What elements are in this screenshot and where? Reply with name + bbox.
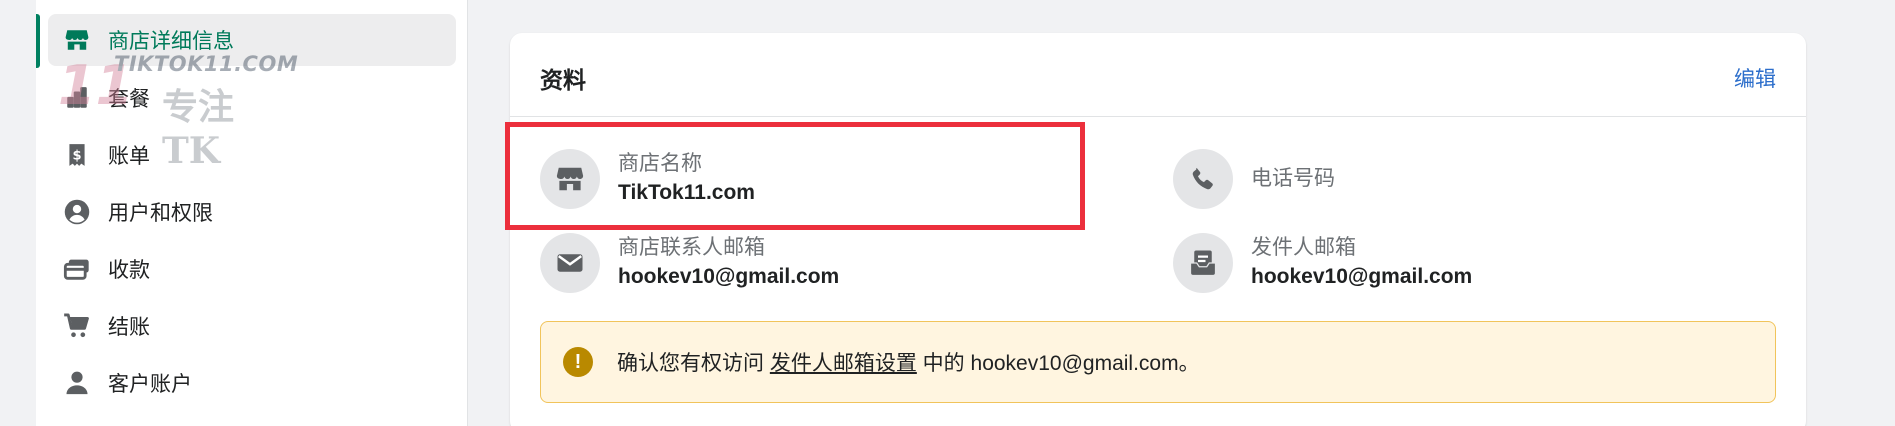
sidebar-item-store-details[interactable]: 商店详细信息 bbox=[36, 14, 456, 68]
active-indicator bbox=[36, 14, 40, 68]
sender-email-field: 发件人邮箱 hookev10@gmail.com bbox=[1173, 233, 1472, 293]
sidebar-item-checkout[interactable]: 结账 bbox=[48, 300, 456, 352]
sender-email-value: hookev10@gmail.com bbox=[1251, 265, 1473, 288]
store-name-label: 商店名称 bbox=[618, 152, 702, 175]
inbox-icon bbox=[1173, 233, 1233, 293]
phone-label: 电话号码 bbox=[1251, 167, 1335, 190]
settings-sidebar: 商店详细信息 套餐 $ 账单 用户和权限 收款 结账 客户账户 bbox=[36, 0, 468, 426]
store-name-field: 商店名称 TikTok11.com bbox=[540, 149, 755, 209]
svg-text:$: $ bbox=[72, 148, 81, 163]
banner-suffix: 中的 hookev10@gmail.com。 bbox=[916, 352, 1200, 375]
sidebar-item-label: 结账 bbox=[108, 316, 150, 339]
sender-email-label: 发件人邮箱 bbox=[1251, 236, 1356, 259]
user-circle-icon bbox=[62, 197, 92, 227]
edit-button[interactable]: 编辑 bbox=[1734, 63, 1776, 93]
card-title: 资料 bbox=[540, 67, 586, 93]
sidebar-item-label: 客户账户 bbox=[108, 373, 192, 396]
warning-banner: ! 确认您有权访问 发件人邮箱设置 中的 hookev10@gmail.com。 bbox=[540, 321, 1776, 403]
mail-icon bbox=[540, 233, 600, 293]
plan-icon bbox=[62, 83, 92, 113]
contact-email-field: 商店联系人邮箱 hookev10@gmail.com bbox=[540, 233, 839, 293]
sidebar-item-label: 商店详细信息 bbox=[108, 30, 234, 53]
sidebar-item-customer-accounts[interactable]: 客户账户 bbox=[48, 357, 456, 409]
sidebar-item-label: 账单 bbox=[108, 145, 150, 168]
banner-message: 确认您有权访问 发件人邮箱设置 中的 hookev10@gmail.com。 bbox=[617, 347, 1200, 377]
sidebar-item-payments[interactable]: 收款 bbox=[48, 243, 456, 295]
banner-prefix: 确认您有权访问 bbox=[617, 352, 770, 375]
profile-card: 资料 编辑 商店名称 TikTok11.com 电话号码 商店联系人邮箱 hoo… bbox=[510, 33, 1806, 426]
phone-field: 电话号码 bbox=[1173, 149, 1335, 209]
sidebar-item-label: 用户和权限 bbox=[108, 202, 213, 225]
sidebar-item-label: 套餐 bbox=[108, 88, 150, 111]
store-icon bbox=[540, 149, 600, 209]
contact-email-label: 商店联系人邮箱 bbox=[618, 236, 765, 259]
phone-icon bbox=[1173, 149, 1233, 209]
card-header: 资料 编辑 bbox=[510, 33, 1806, 117]
sidebar-item-plan[interactable]: 套餐 bbox=[48, 72, 456, 124]
store-name-value: TikTok11.com bbox=[618, 181, 755, 204]
sidebar-item-label: 收款 bbox=[108, 259, 150, 282]
payments-icon bbox=[62, 254, 92, 284]
customer-icon bbox=[62, 368, 92, 398]
sidebar-item-billing[interactable]: $ 账单 bbox=[48, 129, 456, 181]
alert-icon: ! bbox=[563, 347, 593, 377]
sender-email-settings-link[interactable]: 发件人邮箱设置 bbox=[770, 352, 917, 375]
sidebar-item-users[interactable]: 用户和权限 bbox=[48, 186, 456, 238]
store-icon bbox=[62, 25, 92, 55]
contact-email-value: hookev10@gmail.com bbox=[618, 265, 840, 288]
cart-icon bbox=[62, 311, 92, 341]
bill-icon: $ bbox=[62, 140, 92, 170]
